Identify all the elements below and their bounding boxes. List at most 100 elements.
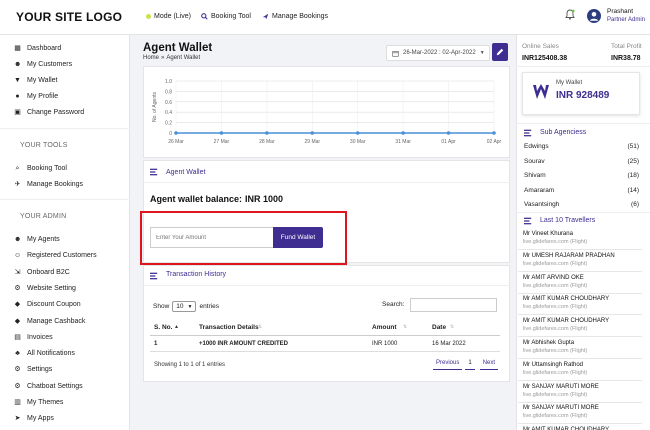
sidebar-item-label: My Apps — [27, 415, 54, 423]
list-item[interactable]: Amararam (14) — [524, 187, 639, 194]
amount-input[interactable] — [150, 227, 274, 248]
wallet-section-title: Agent Wallet — [166, 169, 206, 176]
x-tick-label: 31 Mar — [395, 139, 411, 145]
avatar[interactable] — [587, 9, 601, 23]
tags-icon: ◆ — [14, 317, 21, 325]
traveller-source: live.glidefares.com (Flight) — [523, 369, 588, 376]
my-wallet-label: My Wallet — [556, 80, 583, 86]
date-range-picker[interactable]: 26-Mar-2022 : 02-Apr-2022 ▼ — [386, 45, 490, 61]
sidebar-item-label: My Themes — [27, 399, 64, 406]
breadcrumb-home[interactable]: Home — [143, 55, 159, 61]
divider — [518, 401, 642, 403]
search-icon — [201, 13, 208, 20]
pagination-next[interactable]: Next — [479, 357, 499, 370]
traveller-source: live.glidefares.com (Flight) — [523, 326, 588, 333]
entries-select[interactable]: 10 ▼ — [172, 301, 197, 312]
sub-agency-count: (51) — [627, 143, 639, 150]
list-icon — [524, 129, 532, 137]
list-icon — [150, 168, 158, 176]
show-label: Show — [153, 303, 170, 310]
sort-icon[interactable]: ⇅ — [450, 324, 454, 330]
sub-agency-count: (6) — [631, 201, 639, 208]
users-icon: ☻ — [14, 61, 22, 68]
column-header[interactable]: Amount — [372, 324, 397, 331]
sidebar-item-my-profile[interactable]: ● My Profile — [14, 93, 58, 100]
divider — [518, 270, 642, 272]
edit-button[interactable] — [492, 43, 508, 61]
mode-toggle[interactable]: Mode (Live) — [146, 13, 191, 20]
sidebar-item-dashboard[interactable]: ▦ Dashboard — [14, 45, 61, 52]
sidebar-item-website-setting[interactable]: ⚙ Website Setting — [14, 285, 76, 292]
x-tick-label: 02 Apr — [487, 139, 502, 145]
user-name[interactable]: Prashant — [607, 8, 633, 15]
traveller-name: Mr Vineet Khurana — [523, 231, 573, 237]
total-profit-value: INR38.78 — [611, 55, 641, 62]
booking-tool-link[interactable]: Booking Tool — [201, 13, 251, 20]
my-wallet-value: INR 928489 — [556, 90, 610, 101]
sidebar-item-change-password[interactable]: ▣ Change Password — [14, 109, 84, 116]
divider — [518, 423, 642, 425]
list-item[interactable]: Shivam (18) — [524, 172, 639, 179]
booking-tool-label: Booking Tool — [211, 13, 251, 20]
sidebar-item-booking-tool[interactable]: ⌕ Booking Tool — [14, 165, 67, 172]
sidebar-item-invoices[interactable]: ▤ Invoices — [14, 334, 53, 341]
column-header[interactable]: Transaction Details — [199, 324, 259, 331]
sort-icon[interactable]: ▲ — [174, 324, 179, 330]
sidebar-item-my-wallet[interactable]: ▼ My Wallet — [14, 77, 57, 84]
sidebar-item-label: My Profile — [27, 93, 59, 100]
sidebar-item-discount-coupon[interactable]: ◆ Discount Coupon — [14, 301, 81, 308]
sidebar-item-label: Dashboard — [27, 45, 62, 52]
divider — [143, 182, 510, 183]
sidebar-item-label: My Agents — [27, 236, 60, 243]
sidebar-item-label: Settings — [27, 366, 53, 374]
sub-agency-name: Shivam — [524, 172, 546, 179]
traveller-name: Mr AMIT ARVIND OKE — [523, 274, 584, 281]
table-search-input[interactable] — [410, 298, 497, 312]
column-header[interactable]: Date — [432, 324, 446, 331]
sidebar-tools-heading: YOUR TOOLS — [20, 142, 68, 149]
mode-label: Mode (Live) — [154, 13, 191, 20]
bell-icon[interactable] — [565, 9, 575, 20]
customers-icon: ☺ — [14, 252, 22, 260]
data-point — [265, 131, 269, 135]
list-icon — [524, 217, 532, 225]
send-icon: ➤ — [14, 415, 21, 423]
sidebar-item-registered-customers[interactable]: ☺ Registered Customers — [14, 252, 97, 259]
transactions-table: S. No. ▲ Transaction Details ⇅ Amount ⇅ Date ⇅ 1… — [150, 322, 500, 352]
breadcrumb-separator: » — [161, 55, 165, 61]
sidebar-item-chatboat-settings[interactable]: ⚙ Chatboat Settings — [14, 383, 82, 390]
list-item[interactable]: Sourav (25) — [524, 158, 639, 165]
breadcrumb-current: Agent Wallet — [166, 55, 201, 61]
data-point — [401, 131, 405, 135]
sidebar-item-my-agents[interactable]: ☻ My Agents — [14, 236, 60, 243]
user-icon: ● — [15, 93, 20, 100]
traveller-name: Mr AMIT KUMAR CHOUDHARY — [523, 296, 610, 303]
sidebar-item-manage-cashback[interactable]: ◆ Manage Cashback — [14, 317, 86, 325]
column-header[interactable]: S. No. — [154, 324, 172, 331]
wallet-balance-value: INR 1000 — [245, 194, 284, 204]
site-logo[interactable]: YOUR SITE LOGO — [16, 10, 122, 24]
y-tick-label: 0.2 — [165, 121, 172, 127]
calendar-icon — [392, 50, 399, 57]
sidebar-item-onboard-b2c[interactable]: ⇲ Onboard B2C — [14, 269, 70, 276]
list-item[interactable]: Vasantsingh (6) — [524, 201, 639, 208]
list-item[interactable]: Edwings (51) — [524, 143, 639, 150]
breadcrumb: Home » Agent Wallet — [143, 55, 200, 61]
y-tick-label: 0.6 — [165, 100, 172, 106]
sidebar-item-manage-bookings[interactable]: ✈ Manage Bookings — [14, 181, 83, 188]
sidebar-item-my-apps[interactable]: ➤ My Apps — [14, 415, 54, 422]
sidebar-item-my-themes[interactable]: ▥ My Themes — [14, 399, 63, 406]
sort-icon[interactable]: ⇅ — [258, 324, 262, 330]
pagination-page-1[interactable]: 1 — [465, 357, 475, 370]
sort-icon[interactable]: ⇅ — [403, 324, 407, 330]
sub-agency-name: Edwings — [524, 143, 549, 150]
search-label: Search: — [382, 301, 405, 308]
fund-wallet-button[interactable]: Fund Wallet — [273, 227, 323, 248]
manage-bookings-link[interactable]: Manage Bookings — [262, 13, 328, 20]
settings-icon: ⚙ — [14, 366, 21, 374]
sidebar-item-settings[interactable]: ⚙ Settings — [14, 366, 52, 373]
themes-icon: ▥ — [14, 399, 21, 406]
sidebar-item-all-notifications[interactable]: ♣ All Notifications — [14, 350, 75, 357]
sidebar-item-my-customers[interactable]: ☻ My Customers — [14, 61, 72, 68]
pagination-previous[interactable]: Previous — [433, 357, 463, 370]
